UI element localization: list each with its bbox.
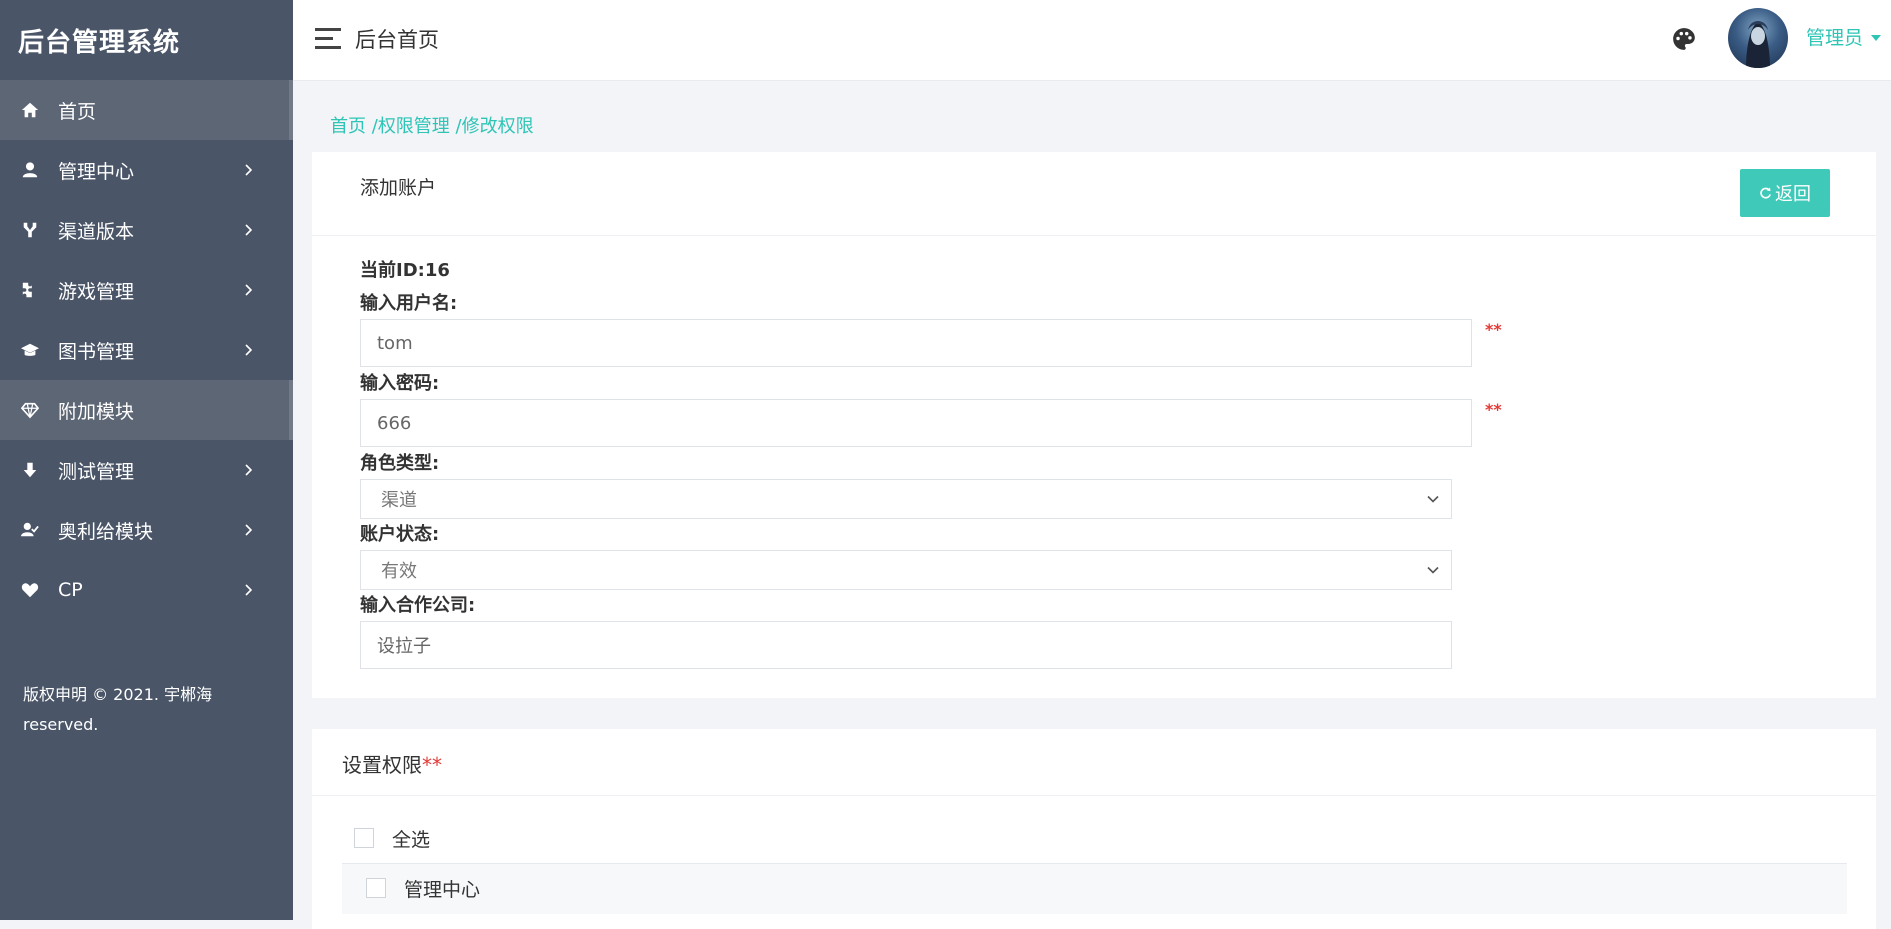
chevron-right-icon [243, 224, 255, 236]
sidebar-item-label: CP [58, 579, 83, 601]
sidebar-item-label: 测试管理 [58, 460, 135, 483]
sidebar-item-label: 管理中心 [58, 160, 135, 183]
sidebar-item-label: 渠道版本 [58, 220, 135, 243]
sidebar-item-games[interactable]: 游戏管理 [0, 260, 293, 320]
role-select[interactable]: 渠道 [360, 479, 1452, 519]
account-form-card: 添加账户 返回 当前ID:16 输入用户名: ** 输入密码: ** 角色类型:… [312, 152, 1876, 698]
sidebar-item-tests[interactable]: 测试管理 [0, 440, 293, 500]
refresh-icon [1760, 187, 1771, 199]
sidebar-item-books[interactable]: 图书管理 [0, 320, 293, 380]
sidebar-item-cp[interactable]: CP [0, 560, 293, 620]
caret-down-icon [1871, 34, 1882, 41]
password-label: 输入密码: [360, 373, 440, 394]
brand-title: 后台管理系统 [18, 27, 181, 58]
sidebar-item-addons[interactable]: 附加模块 [0, 380, 293, 440]
sidebar-item-label: 首页 [58, 100, 97, 123]
permissions-card: 设置权限** 全选 管理中心 [312, 729, 1876, 929]
role-select-value: 渠道 [381, 490, 417, 511]
permission-checkbox[interactable] [366, 878, 386, 898]
permissions-title-text: 设置权限 [342, 753, 422, 777]
required-mark: ** [1485, 400, 1502, 419]
top-header: 后台首页 管理员 [293, 0, 1891, 81]
avatar[interactable] [1728, 8, 1788, 68]
user-check-icon [20, 520, 40, 540]
permission-label: 管理中心 [404, 879, 481, 901]
sidebar-nav: 首页 管理中心 渠道版本 游戏管理 图书管理 附加模块 测试管理 奥利给模块 C… [0, 80, 293, 620]
arrow-down-icon [20, 460, 40, 480]
sidebar-item-channel[interactable]: 渠道版本 [0, 200, 293, 260]
breadcrumb-current[interactable]: 修改权限 [462, 116, 534, 137]
user-icon [20, 160, 40, 180]
back-button-label: 返回 [1775, 184, 1811, 205]
username-label: 输入用户名: [360, 293, 458, 314]
username-input[interactable] [360, 319, 1472, 367]
sidebar-item-label: 图书管理 [58, 340, 135, 363]
sidebar-item-label: 附加模块 [58, 400, 135, 423]
user-name: 管理员 [1806, 27, 1864, 49]
card-header: 添加账户 返回 [312, 152, 1876, 236]
header-title: 后台首页 [355, 28, 439, 52]
breadcrumb-section[interactable]: 权限管理 [378, 116, 450, 137]
menu-toggle-icon[interactable] [315, 28, 341, 50]
chevron-down-icon [1427, 495, 1439, 503]
user-menu[interactable]: 管理员 [1806, 23, 1882, 50]
sidebar-item-label: 奥利给模块 [58, 520, 154, 543]
status-select[interactable]: 有效 [360, 550, 1452, 590]
sidebar-item-aoligei[interactable]: 奥利给模块 [0, 500, 293, 560]
select-all-label: 全选 [392, 829, 431, 851]
card-header: 设置权限** [312, 729, 1876, 796]
chevron-right-icon [243, 164, 255, 176]
sidebar-item-management[interactable]: 管理中心 [0, 140, 293, 200]
branch-icon [20, 220, 40, 240]
chevron-right-icon [243, 584, 255, 596]
diamond-icon [20, 400, 40, 420]
puzzle-icon [20, 280, 40, 300]
form-title: 添加账户 [360, 177, 437, 199]
chevron-right-icon [243, 464, 255, 476]
breadcrumb: 首页 /权限管理 /修改权限 [330, 112, 534, 138]
chevron-down-icon [1427, 566, 1439, 574]
status-label: 账户状态: [360, 524, 440, 545]
company-label: 输入合作公司: [360, 595, 476, 616]
sidebar-item-home[interactable]: 首页 [0, 80, 293, 140]
heart-icon [20, 580, 40, 600]
required-mark: ** [1485, 320, 1502, 339]
back-button[interactable]: 返回 [1740, 169, 1830, 217]
permissions-title: 设置权限** [342, 749, 442, 778]
role-label: 角色类型: [360, 453, 440, 474]
home-icon [20, 100, 40, 120]
chevron-right-icon [243, 344, 255, 356]
palette-icon[interactable] [1671, 26, 1697, 52]
graduation-cap-icon [20, 340, 40, 360]
permission-row: 管理中心 [342, 863, 1847, 914]
sidebar-item-label: 游戏管理 [58, 280, 135, 303]
breadcrumb-home[interactable]: 首页 [330, 116, 366, 137]
chevron-right-icon [243, 284, 255, 296]
select-all-checkbox[interactable] [354, 828, 374, 848]
sidebar: 后台管理系统 首页 管理中心 渠道版本 游戏管理 图书管理 附加模块 测试管理 … [0, 0, 293, 920]
password-input[interactable] [360, 399, 1472, 447]
copyright-text: 版权申明 © 2021. 宇郴海 reserved. [23, 685, 213, 734]
company-input[interactable] [360, 621, 1452, 669]
status-select-value: 有效 [381, 561, 417, 582]
chevron-right-icon [243, 524, 255, 536]
current-id: 当前ID:16 [360, 260, 450, 281]
required-mark: ** [422, 753, 442, 777]
